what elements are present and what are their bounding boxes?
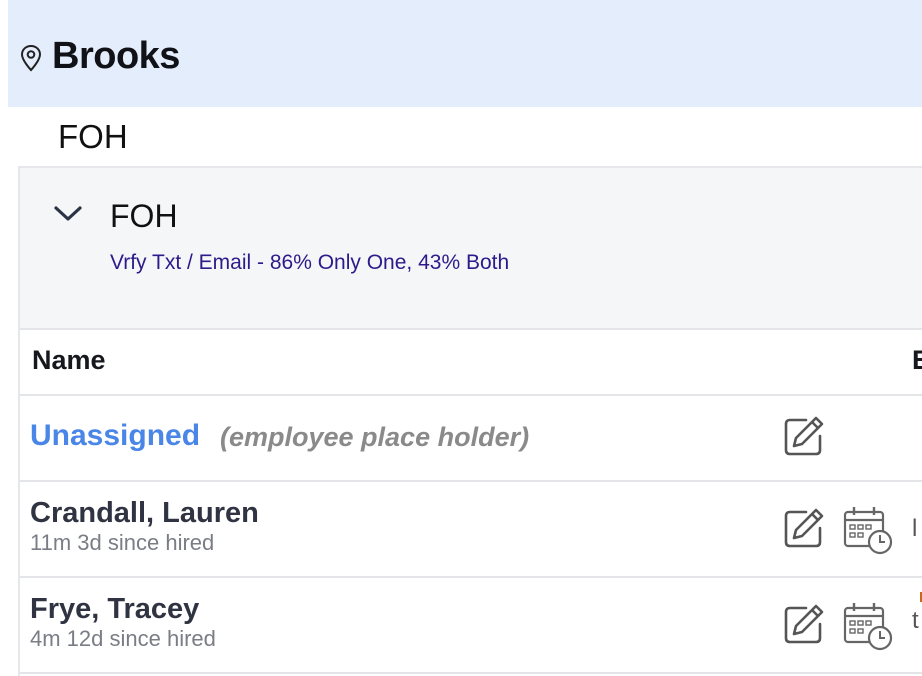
employee-name-link[interactable]: Unassigned [30,418,200,454]
location-header: Brooks [8,0,922,107]
schedule-calendar-icon[interactable] [842,600,894,652]
employee-tenure: 11m 3d since hired [30,530,215,555]
trailing-cell-text: t [912,607,919,634]
schedule-calendar-icon[interactable] [842,504,894,556]
location-title: Brooks [52,35,180,77]
table-row: Crandall, Lauren 11m 3d since hired l [20,482,922,578]
table-header: Name E [20,330,922,396]
table-row: Unassigned (employee place holder) [20,396,922,482]
trailing-cell-text: l [912,515,918,542]
column-header-e[interactable]: E [912,342,922,378]
employee-name[interactable]: Crandall, Lauren [30,496,259,530]
employee-note: (employee place holder) [220,422,530,452]
edit-icon[interactable] [782,602,826,646]
edit-icon[interactable] [782,414,826,458]
edit-icon[interactable] [782,506,826,550]
employee-name[interactable]: Frye, Tracey [30,592,199,626]
employee-tenure: 4m 12d since hired [30,626,216,651]
group-subtitle: Vrfy Txt / Email - 86% Only One, 43% Bot… [110,251,510,274]
column-header-name[interactable]: Name [32,342,106,378]
location-pin-icon [20,44,42,72]
table-row: Frye, Tracey 4m 12d since hired t [20,578,922,674]
group-header[interactable] [20,168,922,330]
group-title: FOH [110,198,178,234]
section-label: FOH [58,118,128,155]
chevron-down-icon[interactable] [52,204,84,224]
